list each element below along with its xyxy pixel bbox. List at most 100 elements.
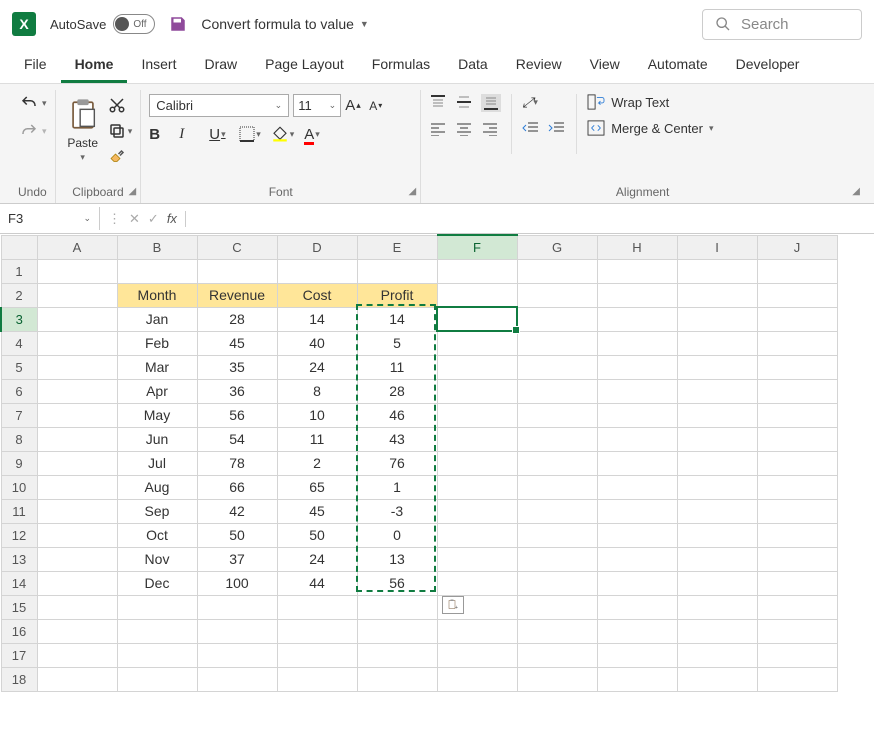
- cell-I18[interactable]: [677, 667, 757, 691]
- cell-E9[interactable]: 76: [357, 451, 437, 475]
- cell-B16[interactable]: [117, 619, 197, 643]
- formula-input[interactable]: [186, 215, 874, 223]
- cell-C4[interactable]: 45: [197, 331, 277, 355]
- decrease-indent-button[interactable]: [522, 121, 540, 135]
- cell-A12[interactable]: [37, 523, 117, 547]
- cell-H16[interactable]: [597, 619, 677, 643]
- cell-B3[interactable]: Jan: [117, 307, 197, 331]
- cell-F16[interactable]: [437, 619, 517, 643]
- cell-C14[interactable]: 100: [197, 571, 277, 595]
- cell-F13[interactable]: [437, 547, 517, 571]
- cell-H12[interactable]: [597, 523, 677, 547]
- cell-G13[interactable]: [517, 547, 597, 571]
- cell-G9[interactable]: [517, 451, 597, 475]
- cell-A11[interactable]: [37, 499, 117, 523]
- cell-D3[interactable]: 14: [277, 307, 357, 331]
- cell-F7[interactable]: [437, 403, 517, 427]
- align-top-button[interactable]: [429, 94, 447, 112]
- cell-E4[interactable]: 5: [357, 331, 437, 355]
- cell-A16[interactable]: [37, 619, 117, 643]
- cell-D17[interactable]: [277, 643, 357, 667]
- cell-J3[interactable]: [757, 307, 837, 331]
- cell-C8[interactable]: 54: [197, 427, 277, 451]
- row-header-15[interactable]: 15: [1, 595, 37, 619]
- cell-A15[interactable]: [37, 595, 117, 619]
- cell-E11[interactable]: -3: [357, 499, 437, 523]
- cell-E5[interactable]: 11: [357, 355, 437, 379]
- cell-J5[interactable]: [757, 355, 837, 379]
- cell-E3[interactable]: 14: [357, 307, 437, 331]
- cell-G18[interactable]: [517, 667, 597, 691]
- col-header-H[interactable]: H: [597, 235, 677, 259]
- cell-B6[interactable]: Apr: [117, 379, 197, 403]
- row-header-7[interactable]: 7: [1, 403, 37, 427]
- row-header-18[interactable]: 18: [1, 667, 37, 691]
- cell-F2[interactable]: [437, 283, 517, 307]
- cell-D5[interactable]: 24: [277, 355, 357, 379]
- cell-G16[interactable]: [517, 619, 597, 643]
- cell-B8[interactable]: Jun: [117, 427, 197, 451]
- autosave-switch[interactable]: Off: [113, 14, 155, 34]
- cell-B2[interactable]: Month: [117, 283, 197, 307]
- cell-B10[interactable]: Aug: [117, 475, 197, 499]
- cell-F9[interactable]: [437, 451, 517, 475]
- cut-button[interactable]: [108, 96, 133, 114]
- undo-button[interactable]: ▾: [18, 94, 47, 112]
- cell-F14[interactable]: [437, 571, 517, 595]
- cell-G3[interactable]: [517, 307, 597, 331]
- cell-E15[interactable]: [357, 595, 437, 619]
- cell-H4[interactable]: [597, 331, 677, 355]
- cell-I10[interactable]: [677, 475, 757, 499]
- align-bottom-button[interactable]: [481, 94, 501, 112]
- cell-J8[interactable]: [757, 427, 837, 451]
- save-icon[interactable]: [169, 15, 187, 33]
- cell-D8[interactable]: 11: [277, 427, 357, 451]
- cell-G12[interactable]: [517, 523, 597, 547]
- paste-options-button[interactable]: +: [442, 596, 464, 614]
- cell-I12[interactable]: [677, 523, 757, 547]
- cell-A14[interactable]: [37, 571, 117, 595]
- col-header-J[interactable]: J: [757, 235, 837, 259]
- cell-C11[interactable]: 42: [197, 499, 277, 523]
- cell-C5[interactable]: 35: [197, 355, 277, 379]
- cell-E1[interactable]: [357, 259, 437, 283]
- cell-C1[interactable]: [197, 259, 277, 283]
- increase-indent-button[interactable]: [548, 121, 566, 135]
- cell-D12[interactable]: 50: [277, 523, 357, 547]
- cell-G10[interactable]: [517, 475, 597, 499]
- align-middle-button[interactable]: [455, 94, 473, 112]
- col-header-G[interactable]: G: [517, 235, 597, 259]
- cell-I14[interactable]: [677, 571, 757, 595]
- cell-E13[interactable]: 13: [357, 547, 437, 571]
- cell-F11[interactable]: [437, 499, 517, 523]
- row-header-10[interactable]: 10: [1, 475, 37, 499]
- col-header-E[interactable]: E: [357, 235, 437, 259]
- cell-I17[interactable]: [677, 643, 757, 667]
- cell-J16[interactable]: [757, 619, 837, 643]
- cell-B1[interactable]: [117, 259, 197, 283]
- select-all-corner[interactable]: [1, 235, 37, 259]
- cell-B11[interactable]: Sep: [117, 499, 197, 523]
- tab-developer[interactable]: Developer: [722, 48, 814, 83]
- cell-C16[interactable]: [197, 619, 277, 643]
- cell-B15[interactable]: [117, 595, 197, 619]
- cell-F3[interactable]: [437, 307, 517, 331]
- cell-A2[interactable]: [37, 283, 117, 307]
- cell-B12[interactable]: Oct: [117, 523, 197, 547]
- cell-J2[interactable]: [757, 283, 837, 307]
- cell-C10[interactable]: 66: [197, 475, 277, 499]
- cell-I16[interactable]: [677, 619, 757, 643]
- cell-H5[interactable]: [597, 355, 677, 379]
- cell-A18[interactable]: [37, 667, 117, 691]
- cell-H18[interactable]: [597, 667, 677, 691]
- cell-I3[interactable]: [677, 307, 757, 331]
- row-header-4[interactable]: 4: [1, 331, 37, 355]
- col-header-A[interactable]: A: [37, 235, 117, 259]
- cell-E12[interactable]: 0: [357, 523, 437, 547]
- cell-A7[interactable]: [37, 403, 117, 427]
- col-header-I[interactable]: I: [677, 235, 757, 259]
- row-header-6[interactable]: 6: [1, 379, 37, 403]
- spreadsheet-grid[interactable]: ABCDEFGHIJ12MonthRevenueCostProfit3Jan28…: [0, 234, 874, 692]
- fx-icon[interactable]: fx: [167, 211, 177, 226]
- cell-H3[interactable]: [597, 307, 677, 331]
